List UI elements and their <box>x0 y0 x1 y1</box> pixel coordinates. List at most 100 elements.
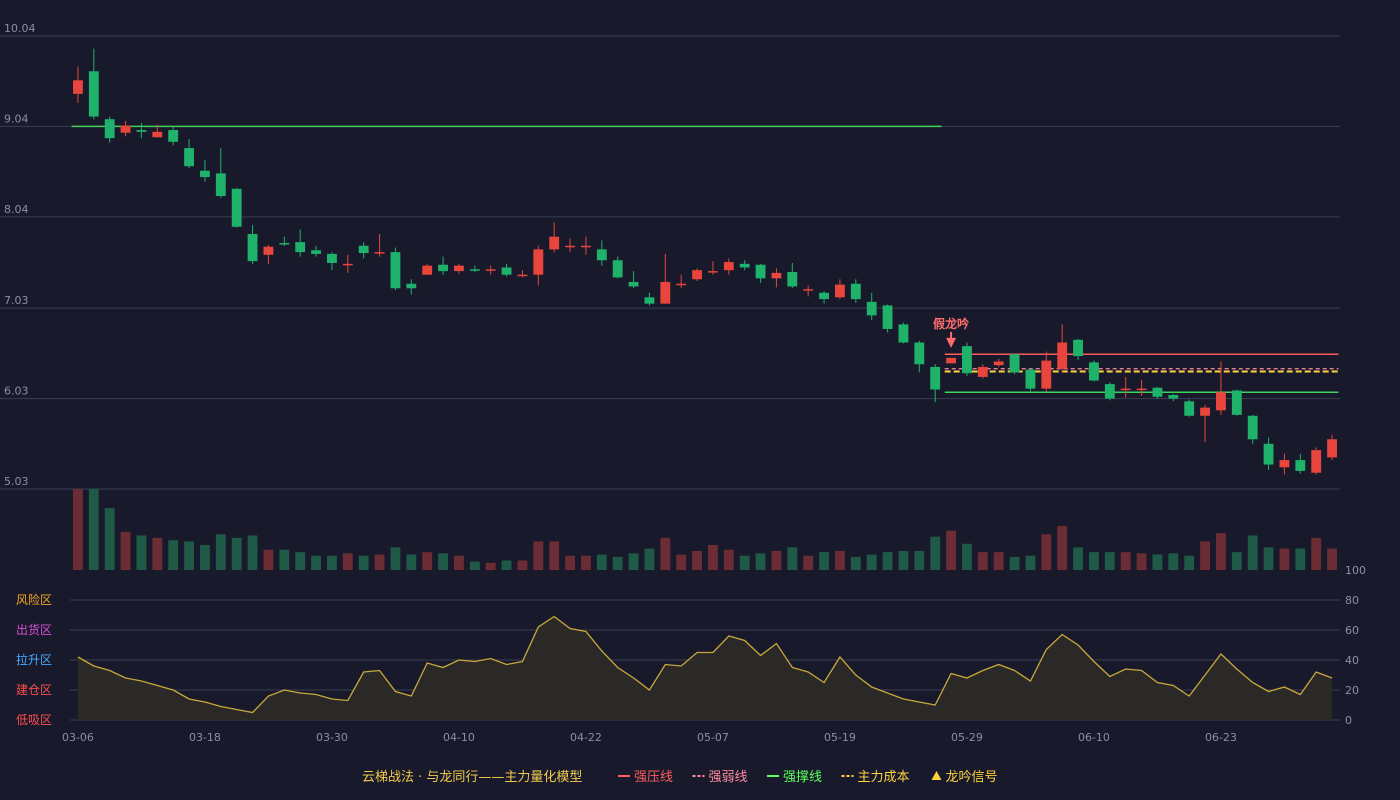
legend-item-label: 强撑线 <box>783 770 822 785</box>
osc-tick-label: 40 <box>1345 654 1359 667</box>
candle-body <box>581 245 591 248</box>
volume-bar <box>1263 547 1274 570</box>
candle-body <box>1231 390 1242 415</box>
volume-bar <box>1279 548 1290 570</box>
candle-body <box>692 270 702 280</box>
candle-body <box>374 252 385 254</box>
candle-body <box>231 188 242 227</box>
candle-body <box>533 249 544 275</box>
oscillator-area <box>77 616 1333 720</box>
candle-body <box>454 265 464 272</box>
candle-body <box>898 324 909 343</box>
volume-bar <box>327 555 337 570</box>
candle-body <box>977 366 988 377</box>
volume-bar <box>184 541 194 570</box>
signal-label: 假龙吟 <box>933 316 969 331</box>
volume-bar <box>565 555 575 570</box>
volume-bar <box>819 552 829 570</box>
volume-bar <box>1089 552 1099 570</box>
volume-bar <box>1295 548 1306 570</box>
zone-label: 拉升区 <box>16 652 52 667</box>
volume-bar <box>1200 541 1210 570</box>
candle-body <box>136 130 147 132</box>
candle-body <box>803 289 814 291</box>
volume-bar <box>771 550 782 570</box>
candle-body <box>962 346 972 374</box>
candle-body <box>1073 339 1083 357</box>
volume-bar <box>708 544 718 570</box>
candle-body <box>676 283 687 286</box>
volume-bar <box>88 489 99 570</box>
volume-bar <box>311 555 321 570</box>
x-tick-label: 06-10 <box>1078 731 1110 744</box>
volume-bar <box>120 531 131 570</box>
volume-bar <box>1231 552 1242 570</box>
volume-bar <box>342 553 353 570</box>
candle-body <box>1311 450 1322 473</box>
x-tick-label: 04-22 <box>570 731 602 744</box>
volume-bar <box>581 555 591 570</box>
legend: 云梯战法 · 与龙同行——主力量化模型 强压线 强弱线 强撑线 主力成本 龙吟信号 <box>362 769 998 785</box>
volume-bar <box>454 555 464 570</box>
candle-body <box>628 281 639 287</box>
volume-bar <box>469 561 480 570</box>
volume-bar <box>946 530 956 570</box>
candle-body <box>1216 392 1226 411</box>
candle-body <box>1168 394 1179 399</box>
osc-tick-label: 100 <box>1345 564 1366 577</box>
candle-body <box>930 366 941 390</box>
candle-body <box>279 243 290 245</box>
volume-bar <box>866 554 877 570</box>
volume-bar <box>485 562 496 570</box>
volume-bar <box>660 537 671 570</box>
osc-tick-label: 20 <box>1345 684 1359 697</box>
candle-body <box>708 271 718 273</box>
candle-body <box>1104 384 1115 399</box>
candle-body <box>549 236 560 250</box>
volume-bar <box>1311 537 1322 570</box>
volume-bar <box>279 549 290 570</box>
volume-bar <box>1216 533 1226 570</box>
volume-bar <box>1009 556 1020 570</box>
candlestick-chart: 10.04 9.04 8.04 7.03 6.03 5.03 0 20 40 60 80 100 风险区… <box>0 22 1366 785</box>
volume-bar <box>739 555 750 570</box>
candle-body <box>914 342 925 365</box>
candle-body <box>311 250 321 254</box>
volume-bar <box>136 535 147 570</box>
candle-body <box>771 272 782 279</box>
legend-title: 云梯战法 · 与龙同行——主力量化模型 <box>362 770 582 785</box>
candle-body <box>406 283 417 289</box>
volume-bar <box>358 555 369 570</box>
osc-tick-label: 80 <box>1345 594 1359 607</box>
candle-body <box>88 71 99 117</box>
candle-body <box>739 263 750 268</box>
candle-body <box>596 249 607 261</box>
candle-body <box>215 173 226 197</box>
candle-body <box>168 130 179 142</box>
volume-bar <box>1247 535 1258 570</box>
candle-body <box>1152 387 1163 397</box>
candle-body <box>295 242 306 253</box>
volume-bar <box>676 554 687 570</box>
volume-bar <box>787 547 798 570</box>
candle-body <box>501 267 512 275</box>
volume-bar <box>1136 553 1147 570</box>
volume-bar <box>152 537 163 570</box>
y-tick-label: 10.04 <box>4 22 36 35</box>
candle-body <box>247 234 258 262</box>
y-tick-label: 5.03 <box>4 475 29 488</box>
volume-bar <box>596 554 607 570</box>
candle-body <box>263 246 274 255</box>
zone-label: 建仓区 <box>16 683 52 697</box>
candle-body <box>152 131 163 138</box>
candle-body <box>422 265 433 275</box>
candle-body <box>1009 354 1020 373</box>
signal-marker: 假龙吟 <box>933 316 969 348</box>
x-tick-label: 03-06 <box>62 731 94 744</box>
candle-body <box>660 281 671 304</box>
volume-bar <box>200 544 210 570</box>
x-tick-label: 04-10 <box>443 731 475 744</box>
y-tick-label: 8.04 <box>4 203 29 216</box>
volume-bar <box>517 560 528 570</box>
volume-bar <box>533 541 544 570</box>
